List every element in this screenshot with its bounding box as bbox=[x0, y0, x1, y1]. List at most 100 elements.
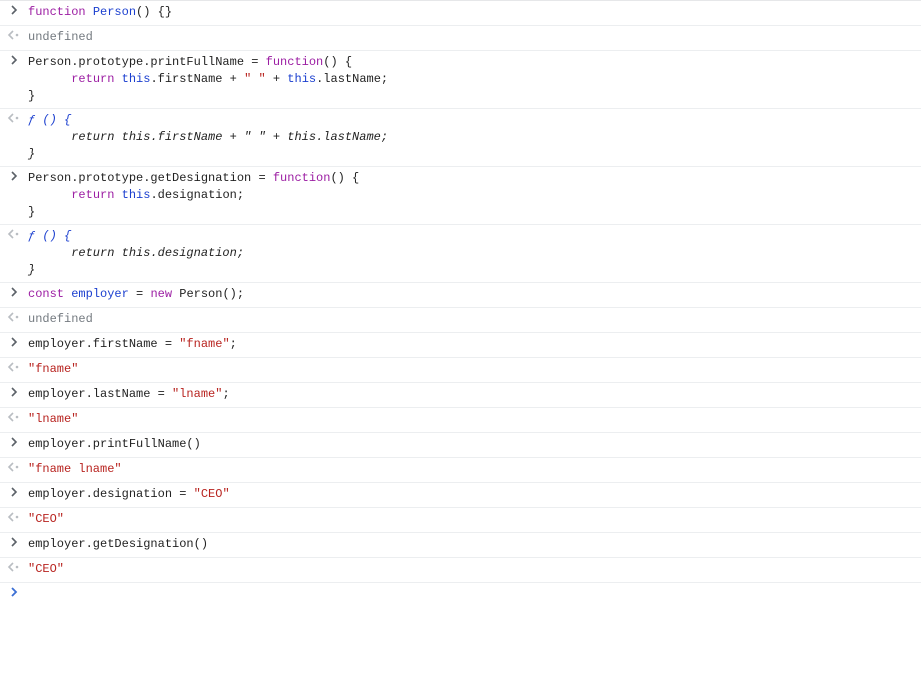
row-gutter bbox=[0, 511, 28, 529]
code-content[interactable]: employer.printFullName() bbox=[28, 436, 921, 453]
chevron-right-icon bbox=[10, 287, 19, 297]
row-gutter bbox=[0, 4, 28, 22]
code-token: ƒ () { bbox=[28, 113, 71, 127]
code-token: undefined bbox=[28, 30, 93, 44]
output-arrow-icon bbox=[7, 30, 21, 40]
code-token: function bbox=[273, 171, 331, 185]
input-indicator-icon bbox=[10, 171, 19, 188]
code-token: employer.printFullName() bbox=[28, 437, 201, 451]
code-token: ; bbox=[222, 387, 229, 401]
row-gutter bbox=[0, 536, 28, 554]
console-input-row[interactable]: Person.prototype.getDesignation = functi… bbox=[0, 166, 921, 224]
code-token: " " bbox=[244, 72, 266, 86]
output-arrow-icon bbox=[7, 512, 21, 522]
chevron-right-icon bbox=[10, 537, 19, 547]
code-token: function bbox=[266, 55, 324, 69]
code-token: employer.lastName = bbox=[28, 387, 172, 401]
row-gutter bbox=[0, 29, 28, 47]
code-token: employer bbox=[71, 287, 129, 301]
code-token: + bbox=[266, 72, 288, 86]
code-token: ƒ () { bbox=[28, 229, 71, 243]
code-content: "lname" bbox=[28, 411, 921, 428]
console-output-row: undefined bbox=[0, 307, 921, 332]
chevron-right-icon bbox=[10, 55, 19, 65]
code-token: employer.firstName = bbox=[28, 337, 179, 351]
row-gutter bbox=[0, 386, 28, 404]
code-token: () {} bbox=[136, 5, 172, 19]
code-token: ; bbox=[230, 337, 237, 351]
code-content: "fname lname" bbox=[28, 461, 921, 478]
code-token: = bbox=[129, 287, 151, 301]
console-input-row[interactable]: Person.prototype.printFullName = functio… bbox=[0, 50, 921, 108]
console-output-row: ƒ () { return this.designation; } bbox=[0, 224, 921, 282]
row-gutter bbox=[0, 411, 28, 429]
output-indicator-icon bbox=[7, 362, 21, 379]
row-gutter bbox=[0, 461, 28, 479]
console-input-row[interactable]: employer.designation = "CEO" bbox=[0, 482, 921, 507]
code-content: "CEO" bbox=[28, 511, 921, 528]
console-input-row[interactable]: const employer = new Person(); bbox=[0, 282, 921, 307]
code-token: return bbox=[71, 188, 114, 202]
row-gutter bbox=[0, 561, 28, 579]
code-content: ƒ () { return this.firstName + " " + thi… bbox=[28, 112, 921, 163]
code-content: "fname" bbox=[28, 361, 921, 378]
chevron-right-icon bbox=[10, 437, 19, 447]
console-input-row[interactable]: employer.firstName = "fname"; bbox=[0, 332, 921, 357]
code-token: "CEO" bbox=[28, 512, 64, 526]
code-token bbox=[114, 72, 121, 86]
code-content[interactable]: employer.lastName = "lname"; bbox=[28, 386, 921, 403]
code-content[interactable]: employer.designation = "CEO" bbox=[28, 486, 921, 503]
code-token: Person.prototype.printFullName = bbox=[28, 55, 266, 69]
row-gutter bbox=[0, 436, 28, 454]
code-token: .firstName + bbox=[150, 72, 244, 86]
code-content[interactable]: const employer = new Person(); bbox=[28, 286, 921, 303]
output-arrow-icon bbox=[7, 113, 21, 123]
console-output-row: ƒ () { return this.firstName + " " + thi… bbox=[0, 108, 921, 166]
input-indicator-icon bbox=[10, 287, 19, 304]
row-gutter bbox=[0, 170, 28, 188]
input-indicator-icon bbox=[10, 55, 19, 72]
input-indicator-icon bbox=[10, 337, 19, 354]
code-token: this bbox=[287, 72, 316, 86]
code-token: const bbox=[28, 287, 64, 301]
chevron-right-icon bbox=[10, 171, 19, 181]
code-token: "fname lname" bbox=[28, 462, 122, 476]
code-content[interactable]: Person.prototype.getDesignation = functi… bbox=[28, 170, 921, 221]
row-gutter bbox=[0, 311, 28, 329]
code-token: Person(); bbox=[172, 287, 244, 301]
console-input-row[interactable]: employer.getDesignation() bbox=[0, 532, 921, 557]
code-content[interactable]: function Person() {} bbox=[28, 4, 921, 21]
output-indicator-icon bbox=[7, 30, 21, 47]
input-indicator-icon bbox=[10, 537, 19, 554]
console-input-row[interactable]: function Person() {} bbox=[0, 0, 921, 25]
output-arrow-icon bbox=[7, 462, 21, 472]
code-token: Person bbox=[93, 5, 136, 19]
output-indicator-icon bbox=[7, 312, 21, 329]
output-arrow-icon bbox=[7, 562, 21, 572]
row-gutter bbox=[0, 112, 28, 130]
row-gutter bbox=[0, 486, 28, 504]
input-indicator-icon bbox=[10, 437, 19, 454]
row-gutter bbox=[0, 228, 28, 246]
code-content: undefined bbox=[28, 311, 921, 328]
console-output-row: "fname lname" bbox=[0, 457, 921, 482]
code-content[interactable]: employer.firstName = "fname"; bbox=[28, 336, 921, 353]
console-output-row: undefined bbox=[0, 25, 921, 50]
console-input-row[interactable]: employer.lastName = "lname"; bbox=[0, 382, 921, 407]
console-input-row[interactable]: employer.printFullName() bbox=[0, 432, 921, 457]
row-gutter bbox=[0, 586, 28, 604]
code-token: "fname" bbox=[179, 337, 229, 351]
code-content: ƒ () { return this.designation; } bbox=[28, 228, 921, 279]
code-content[interactable]: employer.getDesignation() bbox=[28, 536, 921, 553]
chevron-right-icon bbox=[10, 5, 19, 15]
code-token: "lname" bbox=[28, 412, 78, 426]
output-arrow-icon bbox=[7, 229, 21, 239]
output-indicator-icon bbox=[7, 512, 21, 529]
code-token: employer.getDesignation() bbox=[28, 537, 208, 551]
code-content[interactable]: Person.prototype.printFullName = functio… bbox=[28, 54, 921, 105]
code-token: new bbox=[150, 287, 172, 301]
code-token: "CEO" bbox=[194, 487, 230, 501]
code-content: "CEO" bbox=[28, 561, 921, 578]
output-indicator-icon bbox=[7, 229, 21, 246]
console-prompt-row[interactable] bbox=[0, 582, 921, 607]
